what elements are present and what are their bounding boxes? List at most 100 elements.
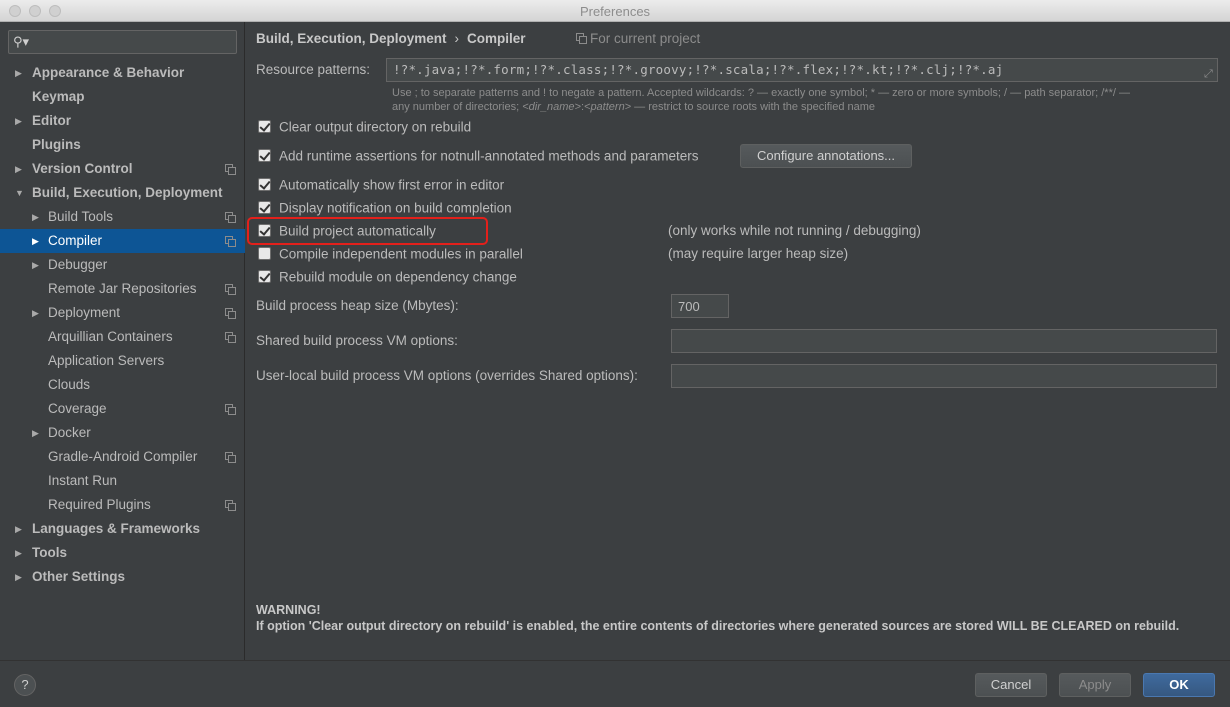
checkbox-label: Automatically show first error in editor xyxy=(279,177,505,193)
sidebar-item-other-settings[interactable]: ▶ Other Settings xyxy=(0,565,245,589)
sidebar-item-label: Editor xyxy=(32,113,71,128)
runtime-assertions-checkbox[interactable] xyxy=(258,148,271,162)
chevron-right-icon[interactable]: ▶ xyxy=(15,157,22,181)
breadcrumb-item: Compiler xyxy=(467,31,526,46)
sidebar-item-label: Arquillian Containers xyxy=(48,329,173,344)
sidebar-item-coverage[interactable]: Coverage xyxy=(0,397,245,421)
project-scope-icon xyxy=(225,284,236,295)
chevron-right-icon[interactable]: ▶ xyxy=(15,565,22,589)
warning-text: If option 'Clear output directory on reb… xyxy=(256,619,1180,633)
chevron-right-icon[interactable]: ▶ xyxy=(32,229,39,253)
sidebar-item-deployment[interactable]: ▶ Deployment xyxy=(0,301,245,325)
sidebar-item-compiler[interactable]: ▶ Compiler xyxy=(0,229,245,253)
user-vm-options-input[interactable] xyxy=(671,364,1217,388)
resource-patterns-field[interactable]: !?*.java;!?*.form;!?*.class;!?*.groovy;!… xyxy=(386,58,1218,82)
sidebar-item-plugins[interactable]: Plugins xyxy=(0,133,245,157)
sidebar-item-application-servers[interactable]: Application Servers xyxy=(0,349,245,373)
sidebar-item-build-tools[interactable]: ▶ Build Tools xyxy=(0,205,245,229)
sidebar-item-debugger[interactable]: ▶ Debugger xyxy=(0,253,245,277)
chevron-right-icon[interactable]: ▶ xyxy=(15,517,22,541)
sidebar-item-gradle-android-compiler[interactable]: Gradle-Android Compiler xyxy=(0,445,245,469)
annotation-highlight-box xyxy=(247,217,488,245)
parallel-compile-note: (may require larger heap size) xyxy=(668,246,849,261)
sidebar-item-tools[interactable]: ▶ Tools xyxy=(0,541,245,565)
clear-output-checkbox-row[interactable]: Clear output directory on rebuild xyxy=(258,118,471,136)
dialog-footer: ? Cancel Apply OK xyxy=(0,660,1230,707)
build-notification-checkbox-row[interactable]: Display notification on build completion xyxy=(258,199,512,217)
apply-button[interactable]: Apply xyxy=(1059,673,1131,697)
sidebar-item-label: Other Settings xyxy=(32,569,126,584)
heap-size-label: Build process heap size (Mbytes): xyxy=(256,298,459,313)
preferences-window: Preferences ⚲▾ ▶ Appearance & Behavior K… xyxy=(0,0,1230,707)
sidebar-item-editor[interactable]: ▶ Editor xyxy=(0,109,245,133)
sidebar-item-appearance-behavior[interactable]: ▶ Appearance & Behavior xyxy=(0,61,245,85)
sidebar-item-label: Languages & Frameworks xyxy=(32,521,201,536)
rebuild-on-dependency-checkbox[interactable] xyxy=(258,269,271,283)
chevron-right-icon[interactable]: ▶ xyxy=(15,61,22,85)
expand-icon[interactable]: ⤢ xyxy=(1204,63,1213,85)
show-first-error-checkbox-row[interactable]: Automatically show first error in editor xyxy=(258,176,504,194)
show-first-error-checkbox[interactable] xyxy=(258,177,271,191)
help-button[interactable]: ? xyxy=(14,674,36,696)
sidebar-item-label: Version Control xyxy=(32,161,133,176)
sidebar-item-required-plugins[interactable]: Required Plugins xyxy=(0,493,245,517)
scope-label: For current project xyxy=(590,31,701,46)
sidebar-item-version-control[interactable]: ▶ Version Control xyxy=(0,157,245,181)
user-vm-options-label: User-local build process VM options (ove… xyxy=(256,368,638,383)
settings-tree: ▶ Appearance & Behavior Keymap ▶ Editor … xyxy=(0,61,245,589)
heap-size-input[interactable] xyxy=(671,294,729,318)
checkbox-label: Compile independent modules in parallel xyxy=(279,246,523,262)
chevron-right-icon[interactable]: ▶ xyxy=(15,109,22,133)
sidebar-item-docker[interactable]: ▶ Docker xyxy=(0,421,245,445)
configure-annotations-button[interactable]: Configure annotations... xyxy=(740,144,912,168)
sidebar-item-arquillian-containers[interactable]: Arquillian Containers xyxy=(0,325,245,349)
sidebar-item-label: Coverage xyxy=(48,401,107,416)
sidebar-item-label: Plugins xyxy=(32,137,81,152)
project-scope-icon xyxy=(225,500,236,511)
sidebar-item-label: Build, Execution, Deployment xyxy=(32,185,223,200)
chevron-right-icon[interactable]: ▶ xyxy=(15,541,22,565)
scope-indicator: For current project xyxy=(576,31,700,46)
sidebar-item-label: Debugger xyxy=(48,257,108,272)
clear-output-checkbox[interactable] xyxy=(258,119,271,133)
settings-sidebar: ⚲▾ ▶ Appearance & Behavior Keymap ▶ Edit… xyxy=(0,22,245,660)
chevron-right-icon[interactable]: ▶ xyxy=(32,205,39,229)
sidebar-item-keymap[interactable]: Keymap xyxy=(0,85,245,109)
sidebar-item-instant-run[interactable]: Instant Run xyxy=(0,469,245,493)
sidebar-item-clouds[interactable]: Clouds xyxy=(0,373,245,397)
checkbox-label: Add runtime assertions for notnull-annot… xyxy=(279,148,699,164)
ok-button[interactable]: OK xyxy=(1143,673,1215,697)
project-scope-icon xyxy=(225,404,236,415)
sidebar-item-label: Instant Run xyxy=(48,473,118,488)
window-title: Preferences xyxy=(579,4,651,19)
build-notification-checkbox[interactable] xyxy=(258,200,271,214)
cancel-button[interactable]: Cancel xyxy=(975,673,1047,697)
parallel-compile-checkbox[interactable] xyxy=(258,246,271,260)
chevron-right-icon[interactable]: ▶ xyxy=(32,301,39,325)
search-input[interactable] xyxy=(33,33,233,51)
runtime-assertions-checkbox-row[interactable]: Add runtime assertions for notnull-annot… xyxy=(258,147,699,165)
sidebar-item-label: Tools xyxy=(32,545,67,560)
project-scope-icon xyxy=(225,236,236,247)
chevron-down-icon[interactable]: ▼ xyxy=(15,181,24,205)
sidebar-item-label: Build Tools xyxy=(48,209,114,224)
sidebar-item-build-execution-deployment[interactable]: ▼ Build, Execution, Deployment xyxy=(0,181,245,205)
project-scope-icon xyxy=(225,164,236,175)
search-icon: ⚲▾ xyxy=(13,34,30,49)
chevron-right-icon[interactable]: ▶ xyxy=(32,253,39,277)
sidebar-item-remote-jar-repositories[interactable]: Remote Jar Repositories xyxy=(0,277,245,301)
warning-title: WARNING! xyxy=(256,603,321,617)
build-automatically-note: (only works while not running / debuggin… xyxy=(668,223,921,238)
sidebar-item-languages-frameworks[interactable]: ▶ Languages & Frameworks xyxy=(0,517,245,541)
checkbox-label: Clear output directory on rebuild xyxy=(279,119,472,135)
sidebar-item-label: Appearance & Behavior xyxy=(32,65,185,80)
project-scope-icon xyxy=(225,452,236,463)
hint-line: Use ; to separate patterns and ! to nega… xyxy=(392,87,1130,99)
chevron-right-icon[interactable]: ▶ xyxy=(32,421,39,445)
project-scope-icon xyxy=(225,308,236,319)
sidebar-item-label: Remote Jar Repositories xyxy=(48,281,197,296)
shared-vm-options-input[interactable] xyxy=(671,329,1217,353)
rebuild-on-dependency-checkbox-row[interactable]: Rebuild module on dependency change xyxy=(258,268,517,286)
parallel-compile-checkbox-row[interactable]: Compile independent modules in parallel xyxy=(258,245,523,263)
search-box[interactable]: ⚲▾ xyxy=(8,30,237,54)
